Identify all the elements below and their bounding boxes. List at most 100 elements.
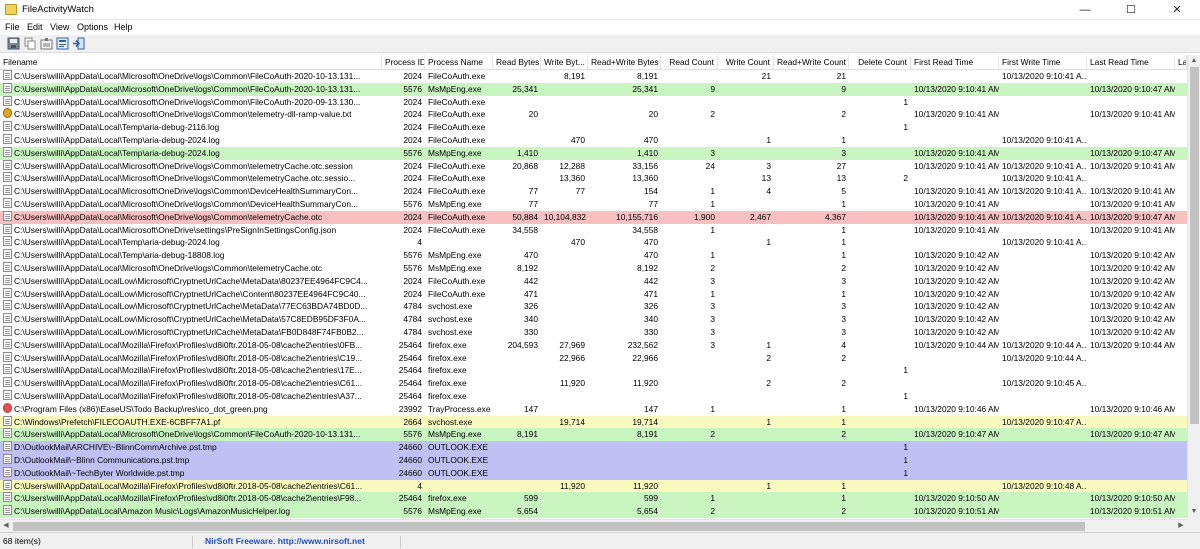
cell-read-write-bytes: 442 xyxy=(644,275,658,286)
cell-process-name: MsMpEng.exe xyxy=(428,506,482,517)
table-row[interactable]: C:\Users\willi\AppData\Local\Temp\aria-d… xyxy=(0,146,1187,160)
copy-icon[interactable] xyxy=(24,37,37,50)
column-header-process-id[interactable]: Process ID xyxy=(382,55,425,70)
scroll-up-icon[interactable]: ▲ xyxy=(1188,55,1200,67)
scrollbar-corner xyxy=(1187,519,1200,532)
menu-edit[interactable]: Edit xyxy=(27,22,43,32)
html-report-icon[interactable] xyxy=(56,37,69,50)
horizontal-scrollbar[interactable]: ◀ ▶ xyxy=(0,519,1187,532)
cell-last-read-time: 10/13/2020 9:10:41 AM xyxy=(1090,160,1175,171)
column-header-last-read-time[interactable]: Last Read Time xyxy=(1087,55,1175,70)
table-row[interactable]: C:\Users\willi\AppData\Local\Temp\aria-d… xyxy=(0,121,1187,134)
properties-icon[interactable] xyxy=(40,37,53,50)
table-row[interactable]: C:\Users\willi\AppData\Local\Microsoft\O… xyxy=(0,261,1187,275)
cell-read-write-count xyxy=(774,454,849,467)
table-row[interactable]: C:\Users\willi\AppData\Local\Amazon Musi… xyxy=(0,505,1187,518)
filename-text: C:\Users\willi\AppData\Local\Microsoft\O… xyxy=(14,71,361,81)
table-row[interactable]: D:\OutlookMail\ARCHIVE\~BlinnCommArchive… xyxy=(0,441,1187,454)
scroll-left-icon[interactable]: ◀ xyxy=(0,520,12,532)
table-row[interactable]: C:\Users\willi\AppData\LocalLow\Microsof… xyxy=(0,325,1187,339)
table-row[interactable]: C:\Users\willi\AppData\Local\Mozilla\Fir… xyxy=(0,338,1187,352)
cell-read-write-bytes: 20 xyxy=(648,109,658,120)
table-row[interactable]: C:\Users\willi\AppData\Local\Mozilla\Fir… xyxy=(0,492,1187,506)
horizontal-scroll-thumb[interactable] xyxy=(13,522,1085,531)
menu-view[interactable]: View xyxy=(50,22,69,32)
cell-filename: C:\Users\willi\AppData\Local\Microsoft\O… xyxy=(0,428,382,441)
table-row[interactable]: C:\Users\willi\AppData\LocalLow\Microsof… xyxy=(0,274,1187,288)
cell-read-count: 1 xyxy=(710,186,715,197)
column-header-read-write-count[interactable]: Read+Write Count xyxy=(774,55,849,70)
cell-last-read-time: 10/13/2020 9:10:44 AM xyxy=(1090,339,1175,350)
table-row[interactable]: C:\Users\willi\AppData\Local\Temp\aria-d… xyxy=(0,249,1187,262)
file-icon xyxy=(3,415,12,426)
cell-write-bytes xyxy=(541,96,588,109)
column-header-write-bytes[interactable]: Write Byt... xyxy=(541,55,588,70)
column-header-last-write-time[interactable]: La xyxy=(1175,55,1187,70)
table-row[interactable]: C:\Users\willi\AppData\Local\Microsoft\O… xyxy=(0,223,1187,237)
cell-process-id: 5576 xyxy=(403,83,422,94)
table-row[interactable]: C:\Users\willi\AppData\Local\Microsoft\O… xyxy=(0,108,1187,122)
table-row[interactable]: C:\Users\willi\AppData\Local\Mozilla\Fir… xyxy=(0,364,1187,378)
scroll-right-icon[interactable]: ▶ xyxy=(1175,520,1187,532)
menu-options[interactable]: Options xyxy=(77,22,108,32)
table-row[interactable]: C:\Users\willi\AppData\Local\Temp\aria-d… xyxy=(0,133,1187,147)
table-row[interactable]: C:\Users\willi\AppData\Local\Mozilla\Fir… xyxy=(0,479,1187,493)
column-header-write-count[interactable]: Write Count xyxy=(718,55,774,70)
cell-write-bytes: 22,966 xyxy=(559,352,585,363)
column-header-first-read-time[interactable]: First Read Time xyxy=(911,55,999,70)
cell-process-id: 4784 xyxy=(403,301,422,312)
table-row[interactable]: C:\Users\willi\AppData\Local\Microsoft\O… xyxy=(0,428,1187,442)
table-row[interactable]: C:\Users\willi\AppData\Local\Microsoft\O… xyxy=(0,95,1187,109)
table-row[interactable]: C:\Users\willi\AppData\LocalLow\Microsof… xyxy=(0,300,1187,314)
cell-write-count: 1 xyxy=(766,134,771,145)
table-row[interactable]: C:\Users\willi\AppData\Local\Microsoft\O… xyxy=(0,70,1187,83)
column-header-filename[interactable]: Filename xyxy=(0,55,382,70)
cell-last-write-time xyxy=(1175,403,1187,416)
filename-text: D:\OutlookMail\ARCHIVE\~BlinnCommArchive… xyxy=(14,442,217,453)
table-row[interactable]: C:\Users\willi\AppData\Local\Microsoft\O… xyxy=(0,82,1187,96)
table-row[interactable]: C:\Users\willi\AppData\Local\Mozilla\Fir… xyxy=(0,377,1187,390)
column-header-read-bytes[interactable]: Read Bytes xyxy=(493,55,541,70)
cell-read-write-count: 5 xyxy=(841,186,846,197)
table-row[interactable]: C:\Users\willi\AppData\Local\Microsoft\O… xyxy=(0,210,1187,224)
cell-write-count: 1 xyxy=(766,480,771,491)
cell-write-bytes xyxy=(541,108,588,121)
scroll-down-icon[interactable]: ▼ xyxy=(1188,506,1200,518)
exit-icon[interactable] xyxy=(72,37,85,50)
column-header-read-write-bytes[interactable]: Read+Write Bytes xyxy=(588,55,661,70)
vertical-scrollbar[interactable]: ▲ ▼ xyxy=(1187,55,1200,519)
cell-write-bytes: 470 xyxy=(571,134,585,145)
cell-delete-count xyxy=(849,211,911,224)
table-row[interactable]: D:\OutlookMail\~TechByter Worldwide.pst.… xyxy=(0,466,1187,480)
cell-process-name: MsMpEng.exe xyxy=(428,147,482,158)
table-row[interactable]: C:\Users\willi\AppData\Local\Microsoft\O… xyxy=(0,197,1187,211)
menu-file[interactable]: File xyxy=(5,22,20,32)
table-row[interactable]: D:\OutlookMail\~Blinn Communications.pst… xyxy=(0,453,1187,467)
save-icon[interactable] xyxy=(7,37,20,50)
table-row[interactable]: C:\Users\willi\AppData\Local\Temp\aria-d… xyxy=(0,236,1187,250)
column-header-process-name[interactable]: Process Name xyxy=(425,55,493,70)
maximize-button[interactable]: ☐ xyxy=(1108,0,1154,20)
table-row[interactable]: C:\Users\willi\AppData\LocalLow\Microsof… xyxy=(0,313,1187,326)
table-row[interactable]: C:\Users\willi\AppData\Local\Microsoft\O… xyxy=(0,185,1187,198)
table-row[interactable]: C:\Users\willi\AppData\Local\Microsoft\O… xyxy=(0,172,1187,186)
table-row[interactable]: C:\Users\willi\AppData\Local\Mozilla\Fir… xyxy=(0,389,1187,403)
column-header-first-write-time[interactable]: First Write Time xyxy=(999,55,1087,70)
menu-help[interactable]: Help xyxy=(114,22,133,32)
table-row[interactable]: C:\Users\willi\AppData\Local\Mozilla\Fir… xyxy=(0,351,1187,365)
minimize-button[interactable]: — xyxy=(1062,0,1108,20)
cell-read-bytes xyxy=(493,390,541,403)
toolbar xyxy=(0,35,1200,53)
table-row[interactable]: C:\Program Files (x86)\EaseUS\Todo Backu… xyxy=(0,402,1187,416)
table-row[interactable]: C:\Windows\Prefetch\FILECOAUTH.EXE-6CBFF… xyxy=(0,415,1187,429)
cell-read-write-bytes: 33,156 xyxy=(632,160,658,171)
column-header-delete-count[interactable]: Delete Count xyxy=(849,55,911,70)
vertical-scroll-thumb[interactable] xyxy=(1190,67,1199,424)
table-row[interactable]: C:\Users\willi\AppData\LocalLow\Microsof… xyxy=(0,287,1187,301)
close-button[interactable]: ✕ xyxy=(1154,0,1200,20)
nirsoft-link[interactable]: NirSoft Freeware. http://www.nirsoft.net xyxy=(205,536,365,546)
table-row[interactable]: C:\Users\willi\AppData\Local\Microsoft\O… xyxy=(0,159,1187,173)
cell-write-count: 1 xyxy=(766,416,771,427)
column-header-read-count[interactable]: Read Count xyxy=(661,55,718,70)
cell-delete-count xyxy=(849,160,911,173)
